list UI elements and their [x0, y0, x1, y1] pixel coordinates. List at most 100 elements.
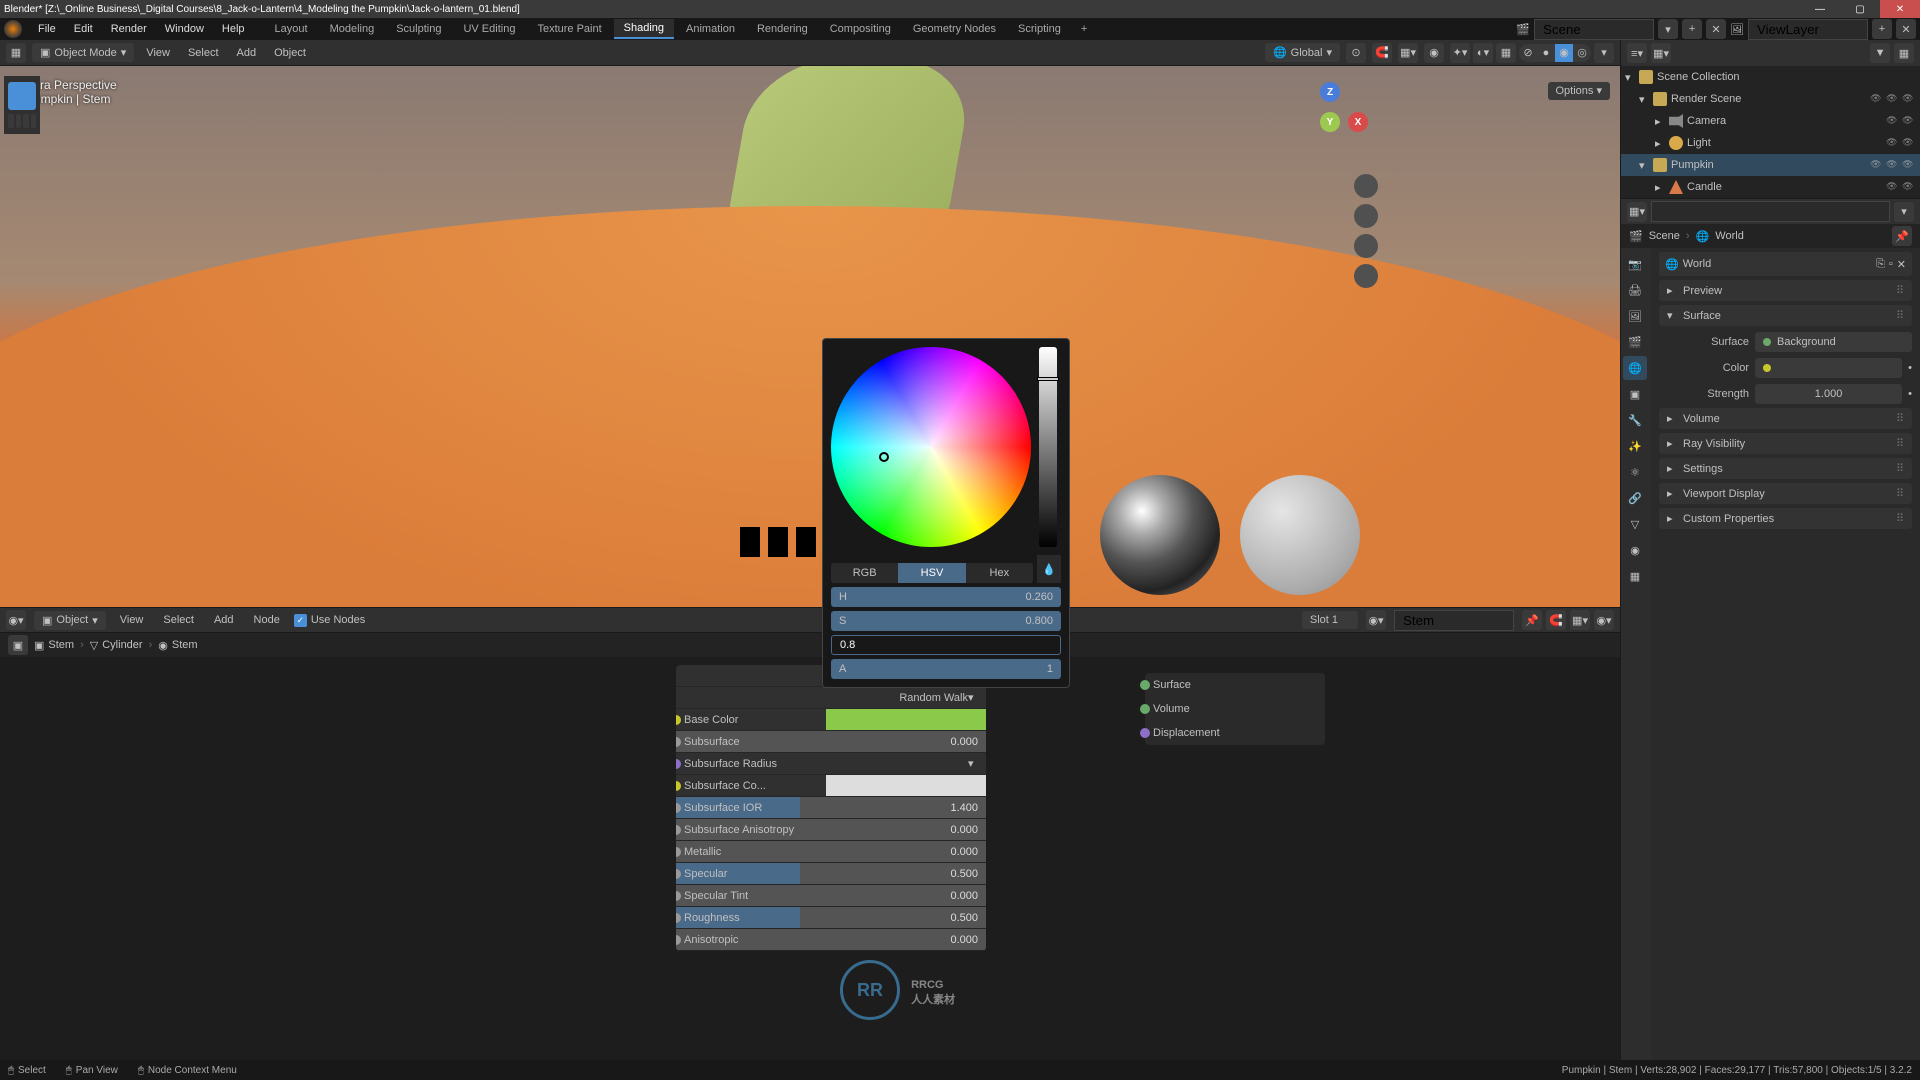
tab-data[interactable]: ▽: [1623, 512, 1647, 536]
use-nodes-toggle[interactable]: ✓ Use Nodes: [294, 614, 365, 627]
socket-icon[interactable]: [676, 869, 681, 879]
preview-panel[interactable]: ▸Preview⠿: [1659, 280, 1912, 301]
subsurface-slider[interactable]: Subsurface 0.000: [676, 731, 986, 753]
wireframe-icon[interactable]: ⊘: [1519, 44, 1537, 62]
material-slot-dropdown[interactable]: Slot 1: [1302, 611, 1358, 629]
base-color-field[interactable]: Base Color: [676, 709, 986, 731]
delete-scene-button[interactable]: ✕: [1706, 19, 1726, 39]
chevron-right-icon[interactable]: ▸: [1655, 115, 1665, 128]
proportional-button[interactable]: ◉: [1424, 43, 1444, 63]
workspace-scripting[interactable]: Scripting: [1008, 20, 1071, 38]
workspace-sculpting[interactable]: Sculpting: [386, 20, 451, 38]
tab-constraints[interactable]: 🔗: [1623, 486, 1647, 510]
pin-icon[interactable]: 📌: [1892, 226, 1912, 246]
menu-file[interactable]: File: [30, 20, 64, 38]
world-color-field[interactable]: Color •: [1659, 356, 1912, 380]
viewport-menu-add[interactable]: Add: [231, 45, 263, 61]
select-circle-tool[interactable]: [16, 114, 22, 128]
workspace-uv[interactable]: UV Editing: [453, 20, 525, 38]
toggle-exclude[interactable]: [1870, 92, 1884, 106]
node-menu-select[interactable]: Select: [157, 612, 200, 628]
node-menu-node[interactable]: Node: [248, 612, 286, 628]
3d-viewport[interactable]: Camera Perspective (0) Pumpkin | Stem Z …: [0, 66, 1620, 607]
chevron-down-icon[interactable]: ▾: [1625, 71, 1635, 84]
new-collection-button[interactable]: ▦: [1894, 43, 1914, 63]
viewport-menu-select[interactable]: Select: [182, 45, 225, 61]
rendered-icon[interactable]: ◎: [1573, 44, 1591, 62]
navigation-gizmo[interactable]: Z Y X: [1290, 82, 1370, 162]
toggle-exclude[interactable]: [1870, 158, 1884, 172]
anisotropic-slider[interactable]: Anisotropic 0.000: [676, 929, 986, 951]
surface-panel[interactable]: ▾Surface⠿: [1659, 305, 1912, 326]
specular-slider[interactable]: Specular 0.500: [676, 863, 986, 885]
maximize-button[interactable]: ▢: [1840, 0, 1880, 18]
socket-icon[interactable]: [676, 759, 681, 769]
workspace-rendering[interactable]: Rendering: [747, 20, 818, 38]
pin-button[interactable]: 📌: [1522, 610, 1542, 630]
shader-type-dropdown[interactable]: ▣ Object ▾: [34, 611, 106, 630]
snap-node-button[interactable]: 🧲: [1546, 610, 1566, 630]
editor-type-button[interactable]: ▦: [6, 43, 26, 63]
tab-object[interactable]: ▣: [1623, 382, 1647, 406]
properties-options-button[interactable]: ▾: [1894, 202, 1914, 222]
socket-icon[interactable]: [676, 715, 681, 725]
node-overlay-button[interactable]: ▦▾: [1570, 610, 1590, 630]
filter-button[interactable]: ▼: [1870, 43, 1890, 63]
workspace-compositing[interactable]: Compositing: [820, 20, 901, 38]
camera-view-button[interactable]: [1354, 234, 1378, 258]
outliner-item[interactable]: ▾ Pumpkin: [1621, 154, 1920, 176]
chevron-down-icon[interactable]: ▾: [1639, 159, 1649, 172]
ray-visibility-panel[interactable]: ▸Ray Visibility⠿: [1659, 433, 1912, 454]
world-strength-field[interactable]: Strength 1.000 •: [1659, 382, 1912, 406]
orientation-dropdown[interactable]: 🌐 Global ▾: [1265, 43, 1340, 62]
workspace-add-button[interactable]: +: [1073, 20, 1095, 38]
outliner-scene-collection[interactable]: ▾ Scene Collection: [1621, 66, 1920, 88]
properties-type-button[interactable]: ▦▾: [1627, 202, 1647, 222]
workspace-texpaint[interactable]: Texture Paint: [527, 20, 611, 38]
workspace-geonodes[interactable]: Geometry Nodes: [903, 20, 1006, 38]
menu-render[interactable]: Render: [103, 20, 155, 38]
metallic-slider[interactable]: Metallic 0.000: [676, 841, 986, 863]
material-name-field[interactable]: [1394, 610, 1514, 631]
tab-physics[interactable]: ⚛: [1623, 460, 1647, 484]
zoom-button[interactable]: [1354, 174, 1378, 198]
surface-shader-field[interactable]: Surface Background: [1659, 330, 1912, 354]
socket-icon[interactable]: [676, 913, 681, 923]
socket-icon[interactable]: [676, 803, 681, 813]
axis-z[interactable]: Z: [1320, 82, 1340, 102]
settings-panel[interactable]: ▸Settings⠿: [1659, 458, 1912, 479]
material-output-node[interactable]: Surface Volume Displacement: [1145, 673, 1325, 745]
socket-icon[interactable]: [676, 847, 681, 857]
node-menu-add[interactable]: Add: [208, 612, 240, 628]
outliner-item[interactable]: ▸ Candle: [1621, 176, 1920, 198]
breadcrumb-item[interactable]: ◉Stem: [158, 639, 197, 652]
material-preview-icon[interactable]: ◉: [1555, 44, 1573, 62]
snap-options-button[interactable]: ▦▾: [1398, 43, 1418, 63]
close-button[interactable]: ✕: [1880, 0, 1920, 18]
outliner[interactable]: ▾ Scene Collection ▾ Render Scene ▸ Came…: [1621, 66, 1920, 198]
new-scene-button[interactable]: +: [1682, 19, 1702, 39]
material-browse-button[interactable]: ◉▾: [1366, 610, 1386, 630]
subsurface-color-field[interactable]: Subsurface Co...: [676, 775, 986, 797]
toggle-render[interactable]: [1902, 92, 1916, 106]
outliner-item[interactable]: ▸ Camera: [1621, 110, 1920, 132]
cursor-tool[interactable]: [8, 82, 36, 110]
output-volume-socket[interactable]: Volume: [1145, 697, 1325, 721]
workspace-layout[interactable]: Layout: [265, 20, 318, 38]
pivot-button[interactable]: ⊙: [1346, 43, 1366, 63]
viewport-menu-object[interactable]: Object: [268, 45, 312, 61]
viewport-display-panel[interactable]: ▸Viewport Display⠿: [1659, 483, 1912, 504]
properties-search[interactable]: [1651, 201, 1890, 222]
toggle-visible[interactable]: [1886, 158, 1900, 172]
value-slider[interactable]: [1039, 347, 1057, 547]
tab-render[interactable]: 📷: [1623, 252, 1647, 276]
toggle-render[interactable]: [1902, 136, 1916, 150]
menu-help[interactable]: Help: [214, 20, 253, 38]
viewport-options-button[interactable]: Options ▾: [1548, 82, 1611, 100]
chevron-right-icon[interactable]: ▸: [1655, 137, 1665, 150]
subsurface-color-swatch[interactable]: [826, 775, 986, 796]
node-menu-view[interactable]: View: [114, 612, 150, 628]
toggle-visible[interactable]: [1886, 92, 1900, 106]
toggle-render[interactable]: [1902, 180, 1916, 194]
axis-x[interactable]: X: [1348, 112, 1368, 132]
